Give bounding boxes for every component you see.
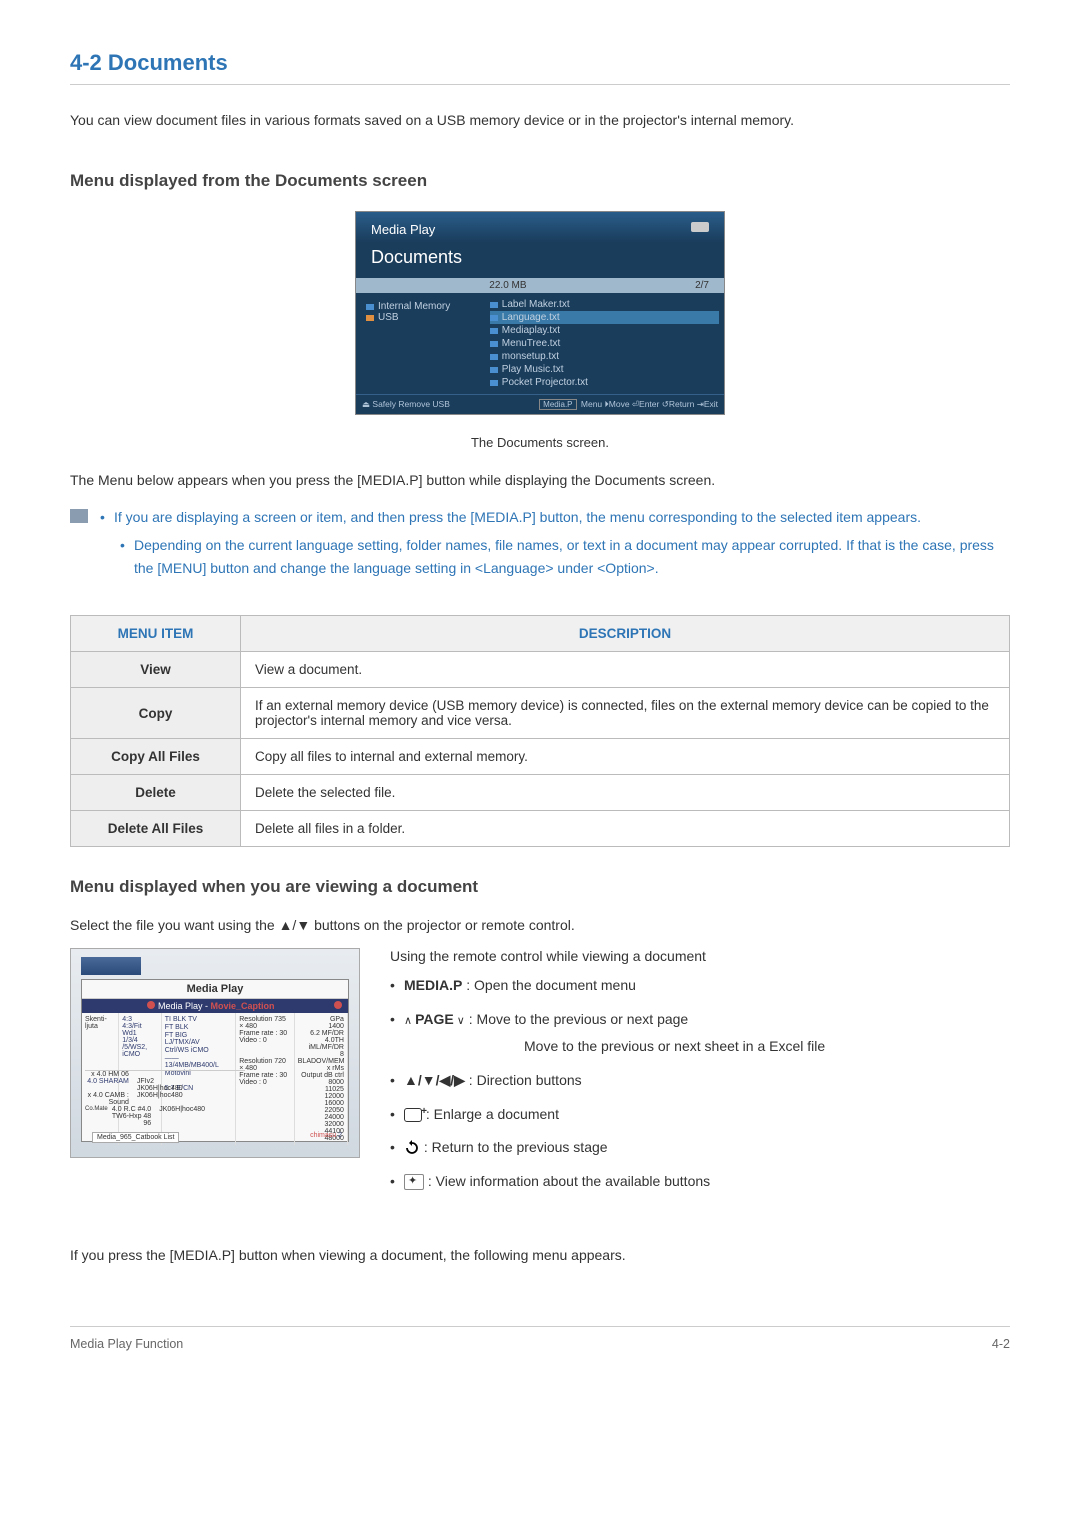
table-row: Delete All FilesDelete all files in a fo… [71,811,1010,847]
ss2-title: Media Play [82,980,348,999]
page-footer: Media Play Function 4-2 [70,1326,1010,1351]
note-item: Depending on the current language settin… [120,534,1010,579]
remote-item-return: : Return to the previous stage [390,1138,825,1158]
table-row: Copy All FilesCopy all files to internal… [71,739,1010,775]
table-row: ViewView a document. [71,652,1010,688]
ss1-page: 2/7 [695,280,709,291]
ss1-footer-right: Menu ⏵Move ⏎Enter ↺Return ⇥Exit [581,399,718,409]
usb-icon [691,222,709,232]
remote-item-mediap: MEDIA.P : Open the document menu [390,976,825,996]
table-header: MENU ITEM [71,616,241,652]
para-mediap: The Menu below appears when you press th… [70,470,1010,491]
remote-item-enlarge: : Enlarge a document [390,1105,825,1125]
ss1-file: Label Maker.txt [502,299,570,310]
info-icon [404,1174,424,1190]
ss1-size: 22.0 MB [489,280,526,291]
menu-table: MENU ITEM DESCRIPTION ViewView a documen… [70,615,1010,847]
enlarge-icon [404,1108,422,1122]
ss1-top: Media Play [371,222,435,237]
ss1-file: Play Music.txt [502,364,564,375]
section-heading-1: Menu displayed from the Documents screen [70,171,1010,191]
screenshot-viewing-doc: Media Play Media Play - Movie_Caption Sk… [70,948,360,1158]
section-heading-2: Menu displayed when you are viewing a do… [70,877,1010,897]
ss1-file: Language.txt [502,312,560,323]
remote-title: Using the remote control while viewing a… [390,948,825,964]
remote-item-page: ∧ PAGE ∨ : Move to the previous or next … [390,1010,825,1057]
intro-text: You can view document files in various f… [70,110,1010,131]
screenshot-caption: The Documents screen. [70,435,1010,450]
note-block: If you are displaying a screen or item, … [70,506,1010,585]
section2-subpara: Select the file you want using the ▲/▼ b… [70,917,1010,933]
table-header: DESCRIPTION [241,616,1010,652]
note-item: If you are displaying a screen or item, … [100,506,1010,528]
footer-right: 4-2 [992,1337,1010,1351]
ss1-file: Mediaplay.txt [502,325,560,336]
remote-instructions: Using the remote control while viewing a… [390,948,825,1205]
ss1-file: monsetup.txt [502,351,559,362]
page-title: 4-2 Documents [70,50,1010,85]
remote-item-info: : View information about the available b… [390,1172,825,1192]
ss1-file: Pocket Projector.txt [502,377,588,388]
ss1-footer-left: Safely Remove USB [372,399,449,409]
table-row: DeleteDelete the selected file. [71,775,1010,811]
note-icon [70,509,88,523]
ss1-file: MenuTree.txt [502,338,561,349]
ss1-footer-tag: Media.P [539,399,576,410]
remote-item-direction: ▲/▼/◀/▶ : Direction buttons [390,1071,825,1091]
table-row: CopyIf an external memory device (USB me… [71,688,1010,739]
ss1-internal: Internal Memory [378,301,450,312]
return-icon [404,1140,420,1156]
para-last: If you press the [MEDIA.P] button when v… [70,1245,1010,1266]
ss1-title: Documents [356,242,724,278]
screenshot-documents-screen: Media Play Documents 22.0 MB 2/7 Interna… [70,211,1010,415]
footer-left: Media Play Function [70,1337,183,1351]
ss1-usb: USB [378,312,399,323]
